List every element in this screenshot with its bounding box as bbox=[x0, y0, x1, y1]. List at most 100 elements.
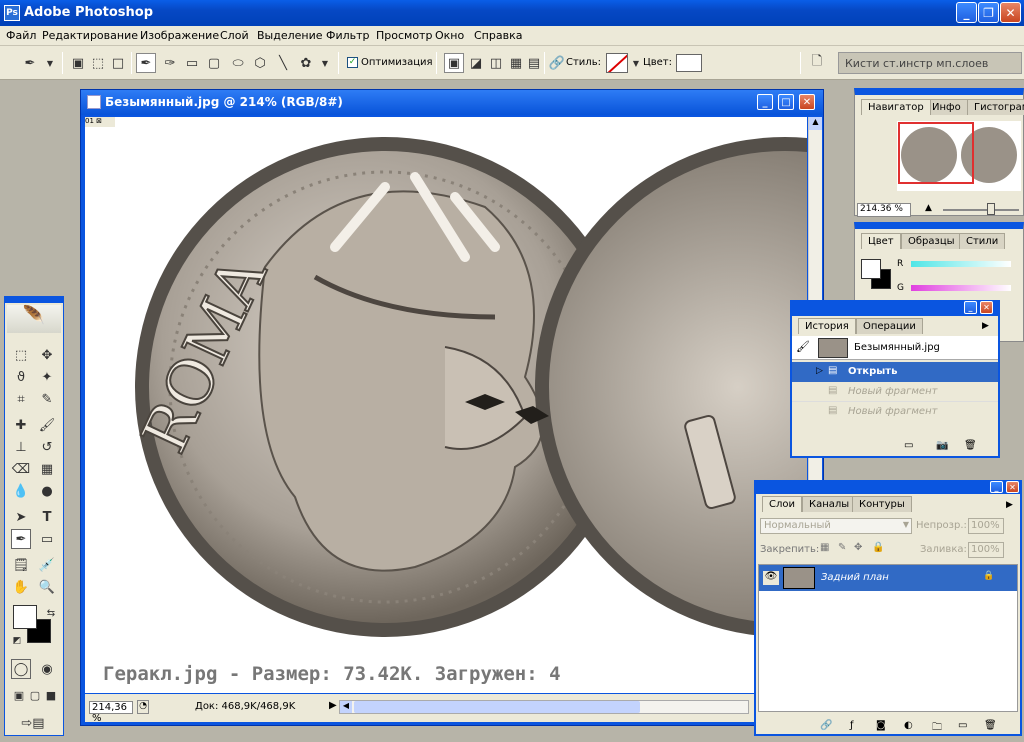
brush-tool-icon[interactable]: 🖌 bbox=[37, 415, 57, 435]
tab-styles[interactable]: Стили bbox=[959, 233, 1006, 249]
new-group-icon[interactable]: 🗀 bbox=[932, 720, 942, 737]
style-swatch[interactable] bbox=[606, 53, 628, 73]
menu-edit[interactable]: Редактирование bbox=[42, 29, 138, 42]
new-snapshot-icon[interactable]: 📷 bbox=[936, 440, 948, 451]
navigator-thumbnail[interactable] bbox=[897, 121, 1021, 191]
adjustment-layer-icon[interactable]: ◐ bbox=[904, 720, 913, 731]
delete-layer-icon[interactable]: 🗑 bbox=[984, 720, 997, 731]
opacity-field[interactable]: 100% bbox=[968, 518, 1004, 534]
tab-layers[interactable]: Слои bbox=[762, 496, 802, 512]
tab-swatches[interactable]: Образцы bbox=[901, 233, 962, 249]
move-tool-icon[interactable]: ✥ bbox=[37, 345, 57, 365]
document-title-bar[interactable]: Безымянный.jpg @ 214% (RGB/8#) _ □ ✕ bbox=[81, 90, 823, 115]
rectangle-icon[interactable]: ▭ bbox=[182, 53, 202, 73]
stamp-tool-icon[interactable]: ⊥ bbox=[11, 437, 31, 457]
tab-color[interactable]: Цвет bbox=[861, 233, 901, 249]
type-tool-icon[interactable]: T bbox=[37, 507, 57, 527]
fg-color-chip[interactable] bbox=[861, 259, 881, 279]
menu-help[interactable]: Справка bbox=[474, 29, 522, 42]
dodge-tool-icon[interactable]: ● bbox=[37, 481, 57, 501]
chevron-down-icon[interactable]: ▼ bbox=[315, 53, 335, 73]
snapshot-brush-icon[interactable]: 🖌 bbox=[796, 340, 810, 353]
history-minimize-button[interactable]: _ bbox=[964, 301, 977, 314]
exclude-shape-icon[interactable]: ▦ bbox=[506, 53, 526, 73]
freeform-pen-icon[interactable]: ✑ bbox=[160, 53, 180, 73]
status-menu-icon[interactable]: ◔ bbox=[137, 700, 149, 714]
history-close-button[interactable]: ✕ bbox=[980, 301, 993, 314]
eraser-tool-icon[interactable]: ⌫ bbox=[11, 459, 31, 479]
chevron-down-icon[interactable]: ▼ bbox=[40, 53, 60, 73]
fill-field[interactable]: 100% bbox=[968, 542, 1004, 558]
subtract-shape-icon[interactable]: ◪ bbox=[466, 53, 486, 73]
new-layer-icon[interactable]: ▭ bbox=[958, 720, 967, 731]
history-item[interactable]: ▤ Новый фрагмент bbox=[792, 402, 998, 422]
tab-info[interactable]: Инфо bbox=[925, 99, 968, 115]
status-arrow-icon[interactable]: ▶ bbox=[329, 700, 337, 711]
magic-wand-icon[interactable]: ✦ bbox=[37, 367, 57, 387]
menu-select[interactable]: Выделение bbox=[257, 29, 323, 42]
shape-layers-icon[interactable]: ▣ bbox=[68, 53, 88, 73]
tab-navigator[interactable]: Навигатор bbox=[861, 99, 931, 115]
zoom-slider[interactable] bbox=[943, 209, 1019, 211]
optimize-checkbox[interactable]: ✓ bbox=[347, 57, 358, 68]
lasso-tool-icon[interactable]: ϑ bbox=[11, 367, 31, 387]
panel-menu-icon[interactable]: ▶ bbox=[982, 321, 989, 331]
history-snapshot[interactable]: 🖌 Безымянный.jpg bbox=[792, 336, 998, 360]
slice-tool-icon[interactable]: ✎ bbox=[37, 389, 57, 409]
blur-tool-icon[interactable]: 💧 bbox=[11, 481, 31, 501]
doc-close-button[interactable]: ✕ bbox=[799, 94, 815, 110]
doc-maximize-button[interactable]: □ bbox=[778, 94, 794, 110]
eyedropper-icon[interactable]: 💉 bbox=[37, 555, 57, 575]
eye-icon[interactable]: 👁 bbox=[763, 571, 779, 585]
lock-brush-icon[interactable]: ✎ bbox=[838, 542, 846, 553]
menu-view[interactable]: Просмотр bbox=[376, 29, 432, 42]
color-swatch[interactable] bbox=[676, 54, 702, 72]
quick-mask-icon[interactable]: ◉ bbox=[37, 659, 57, 679]
combine-icon[interactable]: ▤ bbox=[524, 53, 544, 73]
layers-close-button[interactable]: ✕ bbox=[1006, 481, 1019, 493]
palette-well[interactable]: Кисти ст.инстр мп.слоев bbox=[838, 52, 1022, 74]
new-document-icon[interactable]: ▭ bbox=[904, 440, 913, 451]
custom-shape-icon[interactable]: ✿ bbox=[296, 53, 316, 73]
zoom-slider-thumb[interactable] bbox=[987, 203, 995, 215]
polygon-icon[interactable]: ⬡ bbox=[250, 53, 270, 73]
lock-transparency-icon[interactable]: ▦ bbox=[820, 542, 829, 553]
zoom-tool-icon[interactable]: 🔍 bbox=[37, 577, 57, 597]
tab-actions[interactable]: Операции bbox=[856, 318, 923, 334]
trash-icon[interactable]: 🗑 bbox=[964, 440, 977, 451]
image-canvas[interactable]: ROMA Геракл.jpg - Размер: 73.42К. Загруж… bbox=[85, 117, 807, 693]
palette-well-icon[interactable]: 🗋 bbox=[807, 53, 827, 73]
zoom-field[interactable]: 214,36 % bbox=[89, 701, 133, 724]
doc-minimize-button[interactable]: _ bbox=[757, 94, 773, 110]
notes-tool-icon[interactable]: 🗒 bbox=[11, 555, 31, 575]
tab-paths[interactable]: Контуры bbox=[852, 496, 912, 512]
scroll-left-arrow[interactable]: ◀ bbox=[340, 701, 352, 713]
line-icon[interactable]: ╲ bbox=[273, 53, 293, 73]
healing-brush-icon[interactable]: ✚ bbox=[11, 415, 31, 435]
close-button[interactable]: ✕ bbox=[1000, 2, 1021, 23]
channel-g-slider[interactable] bbox=[911, 285, 1011, 291]
menu-filter[interactable]: Фильтр bbox=[326, 29, 370, 42]
marquee-tool-icon[interactable]: ⬚ bbox=[11, 345, 31, 365]
pen-tool-icon[interactable]: ✒ bbox=[11, 529, 31, 549]
scroll-up-arrow[interactable]: ▲ bbox=[809, 117, 822, 130]
screen-mode-full-icon[interactable]: ■ bbox=[41, 685, 61, 705]
menu-layer[interactable]: Слой bbox=[220, 29, 249, 42]
view-box[interactable] bbox=[898, 122, 974, 184]
rounded-rectangle-icon[interactable]: ▢ bbox=[204, 53, 224, 73]
history-brush-icon[interactable]: ↺ bbox=[37, 437, 57, 457]
standard-mode-icon[interactable]: ◯ bbox=[11, 659, 31, 679]
menu-window[interactable]: Окно bbox=[435, 29, 464, 42]
layer-style-icon[interactable]: ƒ bbox=[850, 720, 854, 731]
hand-tool-icon[interactable]: ✋ bbox=[11, 577, 31, 597]
lock-move-icon[interactable]: ✥ bbox=[854, 542, 862, 553]
paths-icon[interactable]: ⬚ bbox=[88, 53, 108, 73]
rectangle-tool-icon[interactable]: ▭ bbox=[37, 529, 57, 549]
layer-mask-icon[interactable]: ◙ bbox=[876, 720, 886, 731]
layers-minimize-button[interactable]: _ bbox=[990, 481, 1003, 493]
intersect-shape-icon[interactable]: ◫ bbox=[486, 53, 506, 73]
maximize-button[interactable]: ❐ bbox=[978, 2, 999, 23]
imageready-jump-icon[interactable]: ⇨▤ bbox=[15, 713, 51, 733]
scroll-thumb[interactable] bbox=[354, 701, 640, 713]
blend-mode-select[interactable]: Нормальный ▼ bbox=[760, 518, 912, 534]
